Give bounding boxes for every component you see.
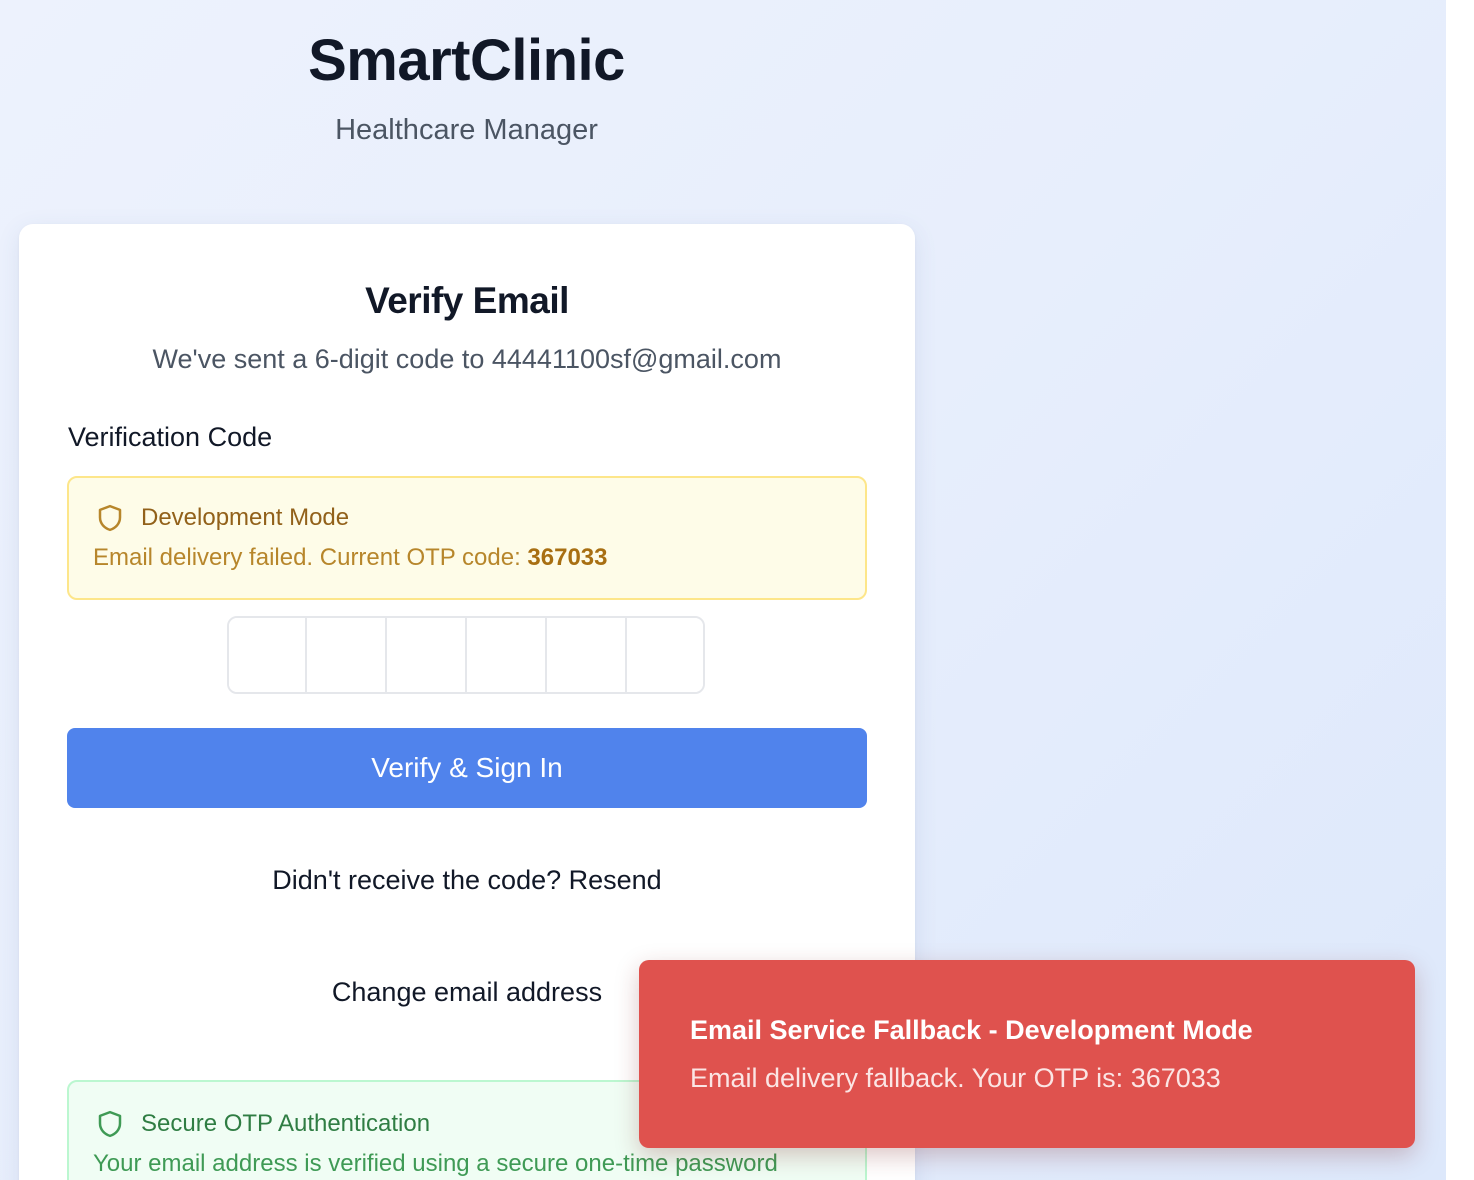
error-toast[interactable]: Email Service Fallback - Development Mod… [639, 960, 1415, 1148]
alert-title: Development Mode [141, 504, 350, 531]
window-edge [1446, 0, 1474, 1180]
page-background: SmartClinic Healthcare Manager Verify Em… [0, 0, 1446, 1180]
card-title: Verify Email [365, 280, 569, 321]
toast-title: Email Service Fallback - Development Mod… [690, 1015, 1253, 1045]
otp-digit-1[interactable] [229, 618, 307, 692]
otp-digit-4[interactable] [467, 618, 547, 692]
verify-sign-in-button[interactable]: Verify & Sign In [67, 728, 867, 808]
alert-title: Secure OTP Authentication [141, 1110, 431, 1137]
toast-message: Email delivery fallback. Your OTP is: 36… [690, 1063, 1221, 1093]
alert-text: Email delivery failed. Current OTP code:… [93, 542, 608, 574]
otp-digit-5[interactable] [547, 618, 627, 692]
shield-icon [98, 1110, 122, 1138]
alert-text-prefix: Email delivery failed. Current OTP code: [93, 544, 528, 571]
brand-header: SmartClinic Healthcare Manager [18, 26, 915, 148]
alert-text: Your email address is verified using a s… [93, 1150, 778, 1177]
app-subtitle: Healthcare Manager [335, 114, 598, 146]
shield-icon [98, 504, 122, 532]
verification-code-label: Verification Code [68, 422, 273, 452]
otp-code-display: 367033 [527, 544, 608, 571]
otp-digit-3[interactable] [387, 618, 467, 692]
otp-digit-6[interactable] [627, 618, 703, 692]
resend-code-link[interactable]: Didn't receive the code? Resend [19, 862, 915, 898]
development-mode-alert: Development Mode Email delivery failed. … [67, 476, 867, 600]
card-subtitle: We've sent a 6-digit code to 44441100sf@… [152, 344, 782, 374]
otp-input-group [227, 616, 705, 694]
app-title: SmartClinic [308, 28, 625, 93]
otp-digit-2[interactable] [307, 618, 387, 692]
